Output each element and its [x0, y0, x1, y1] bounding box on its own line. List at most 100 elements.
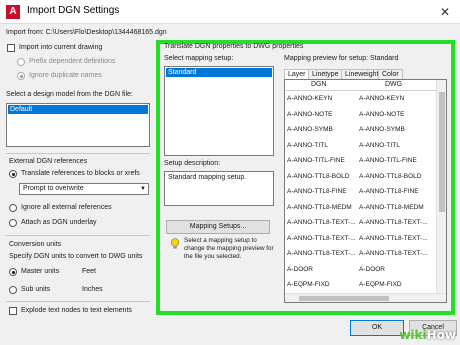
dgn-layer-cell: A-ANNO-KEYN	[287, 95, 333, 102]
master-units-label: Master units	[21, 268, 60, 275]
dwg-layer-cell: A-ANNO-TTL8-MEDM	[359, 203, 424, 211]
explode-text-label: Explode text nodes to text elements	[21, 307, 132, 314]
ok-button[interactable]: OK	[350, 320, 404, 336]
table-row[interactable]: A-ANNO-SYMB A-ANNO-SYMB	[285, 124, 425, 136]
overwrite-combo[interactable]: Prompt to overwrite ▼	[19, 183, 149, 195]
autocad-app-icon: A	[6, 5, 20, 19]
design-model-label: Select a design model from the DGN file:	[6, 91, 133, 98]
mapping-setup-list[interactable]: Standard	[164, 66, 274, 156]
import-into-current-label: Import into current drawing	[19, 44, 103, 51]
table-row[interactable]: A-ANNO-TTL8-TEXT-... A-ANNO-TTL8-TEXT-...	[285, 217, 428, 229]
ignore-all-refs-radio[interactable]	[9, 204, 17, 212]
chevron-down-icon[interactable]: ▼	[138, 184, 148, 194]
dwg-layer-cell: A-ANNO-TITL	[359, 141, 400, 149]
mapping-standard-item[interactable]: Standard	[166, 68, 272, 77]
dgn-layer-cell: A-ANNO-TITL-FINE	[287, 157, 345, 164]
import-dgn-settings-dialog: A Import DGN Settings ✕ Import from: C:\…	[0, 0, 460, 345]
table-row[interactable]: A-ANNO-TTL8-BOLD A-ANNO-TTL8-BOLD	[285, 171, 425, 183]
setup-description-box: Standard mapping setup.	[164, 171, 274, 206]
dgn-layer-cell: A-ANNO-TTL8-TEXT-...	[287, 250, 356, 257]
sub-units-label: Sub units	[21, 286, 51, 293]
setup-description-label: Setup description:	[164, 160, 221, 167]
dwg-layer-cell: A-ANNO-TTL8-BOLD	[359, 172, 422, 180]
ignore-all-refs-label: Ignore all external references	[21, 204, 112, 211]
table-row[interactable]: A-ANNO-NOTE A-ANNO-NOTE	[285, 109, 425, 121]
table-row[interactable]: A-ANNO-TTL8-FINE A-ANNO-TTL8-FINE	[285, 186, 425, 198]
translate-section-title: Translate DGN properties to DWG properti…	[164, 43, 304, 50]
dwg-layer-cell: A-ANNO-KEYN	[359, 95, 405, 102]
watermark-brand: wiki	[399, 328, 427, 342]
column-header-dgn: DGN	[311, 81, 327, 88]
attach-underlay-radio[interactable]	[9, 219, 17, 227]
dgn-layer-cell: A-ANNO-NOTE	[287, 110, 333, 118]
table-row[interactable]: A-ANNO-TTL8-TEXT-... A-ANNO-TTL8-TEXT-...	[285, 233, 428, 245]
external-refs-heading: External DGN references	[9, 158, 88, 165]
sub-units-value: Inches	[82, 286, 103, 293]
dwg-layer-cell: A-ANNO-TTL8-TEXT-...	[359, 234, 428, 242]
prefix-dependent-label: Prefix dependent definitions	[29, 58, 116, 65]
table-row[interactable]: A-ANNO-TITL A-ANNO-TITL	[285, 140, 425, 152]
conversion-heading: Conversion units	[9, 241, 62, 248]
translate-refs-label: Translate references to blocks or xrefs	[21, 170, 140, 177]
design-model-default-item[interactable]: Default	[8, 105, 148, 114]
table-row[interactable]: A-ANNO-TTL8-MEDM A-ANNO-TTL8-MEDM	[285, 202, 425, 214]
dgn-layer-cell: A-ANNO-TITL	[287, 141, 328, 149]
dgn-layer-cell: A-ANNO-TTL8-TEXT-...	[287, 219, 356, 226]
dwg-layer-cell: A-ANNO-TTL8-FINE	[359, 188, 419, 195]
tab-color[interactable]: Color	[378, 69, 403, 79]
tab-layer[interactable]: Layer	[284, 69, 310, 79]
translate-refs-radio[interactable]	[9, 170, 17, 178]
dgn-layer-cell: A-ANNO-TTL8-BOLD	[287, 172, 350, 180]
separator	[6, 301, 150, 302]
table-row[interactable]: A-DOOR A-DOOR	[285, 264, 425, 276]
overwrite-combo-value: Prompt to overwrite	[23, 185, 84, 192]
table-row[interactable]: A-EQPM-FIXD A-EQPM-FIXD	[285, 279, 425, 291]
ignore-duplicate-label: Ignore duplicate names	[29, 72, 102, 79]
dgn-layer-cell: A-EQPM-FIXD	[287, 281, 330, 288]
import-into-current-checkbox[interactable]	[7, 44, 15, 52]
watermark-rest: How	[426, 328, 456, 342]
design-model-list[interactable]: Default	[6, 103, 150, 147]
explode-text-checkbox[interactable]	[9, 307, 17, 315]
mapping-setups-button[interactable]: Mapping Setups...	[166, 220, 270, 234]
table-row[interactable]: A-ANNO-TTL8-TEXT-... A-ANNO-TTL8-TEXT-...	[285, 248, 428, 260]
mapping-preview-table[interactable]: DGN DWG A-ANNO-KEYN A-ANNO-KEYN A-ANNO-NOT…	[284, 79, 447, 303]
dgn-layer-cell: A-ANNO-TTL8-TEXT-...	[287, 234, 356, 242]
mapping-preview-label: Mapping preview for setup: Standard	[284, 55, 399, 62]
dwg-layer-cell: A-ANNO-TTL8-TEXT-...	[359, 219, 428, 226]
dwg-layer-cell: A-ANNO-TITL-FINE	[359, 157, 417, 164]
attach-underlay-label: Attach as DGN underlay	[21, 219, 97, 226]
master-units-radio[interactable]	[9, 268, 17, 276]
ignore-duplicate-radio[interactable]	[17, 72, 25, 80]
prefix-dependent-radio[interactable]	[17, 58, 25, 66]
table-row[interactable]: A-ANNO-KEYN A-ANNO-KEYN	[285, 93, 425, 105]
close-icon[interactable]: ✕	[430, 0, 460, 24]
vertical-scrollbar[interactable]	[436, 80, 446, 302]
dwg-layer-cell: A-DOOR	[359, 265, 385, 273]
specify-units-label: Specify DGN units to convert to DWG unit…	[9, 253, 143, 260]
lightbulb-icon	[170, 238, 180, 249]
dwg-layer-cell: A-ANNO-NOTE	[359, 110, 405, 118]
vertical-scroll-thumb[interactable]	[439, 92, 445, 212]
master-units-value: Feet	[82, 268, 97, 275]
dgn-layer-cell: A-ANNO-SYMB	[287, 126, 333, 133]
dwg-layer-cell: A-ANNO-TTL8-TEXT-...	[359, 250, 428, 257]
sub-units-radio[interactable]	[9, 286, 17, 294]
tab-linetype[interactable]: Linetype	[308, 69, 343, 79]
setup-description-text: Standard mapping setup.	[168, 174, 247, 181]
dwg-layer-cell: A-EQPM-FIXD	[359, 281, 402, 288]
title-bar: A Import DGN Settings ✕	[0, 0, 460, 24]
table-row[interactable]: A-ANNO-TITL-FINE A-ANNO-TITL-FINE	[285, 155, 425, 167]
dgn-layer-cell: A-ANNO-TTL8-MEDM	[287, 203, 352, 211]
horizontal-scroll-thumb[interactable]	[299, 296, 389, 301]
table-header: DGN DWG	[285, 80, 446, 91]
dwg-layer-cell: A-ANNO-SYMB	[359, 126, 405, 133]
tab-lineweight[interactable]: Lineweight	[341, 69, 383, 79]
separator	[6, 153, 150, 154]
select-mapping-label: Select mapping setup:	[164, 55, 234, 62]
mapping-highlight-panel: Translate DGN properties to DWG properti…	[156, 40, 455, 315]
horizontal-scrollbar[interactable]	[285, 293, 446, 302]
separator	[6, 235, 150, 236]
import-from-path: Import from: C:\Users\Flo\Desktop\134446…	[6, 29, 167, 36]
mapping-hint-text: Select a mapping setup to change the map…	[184, 237, 274, 260]
